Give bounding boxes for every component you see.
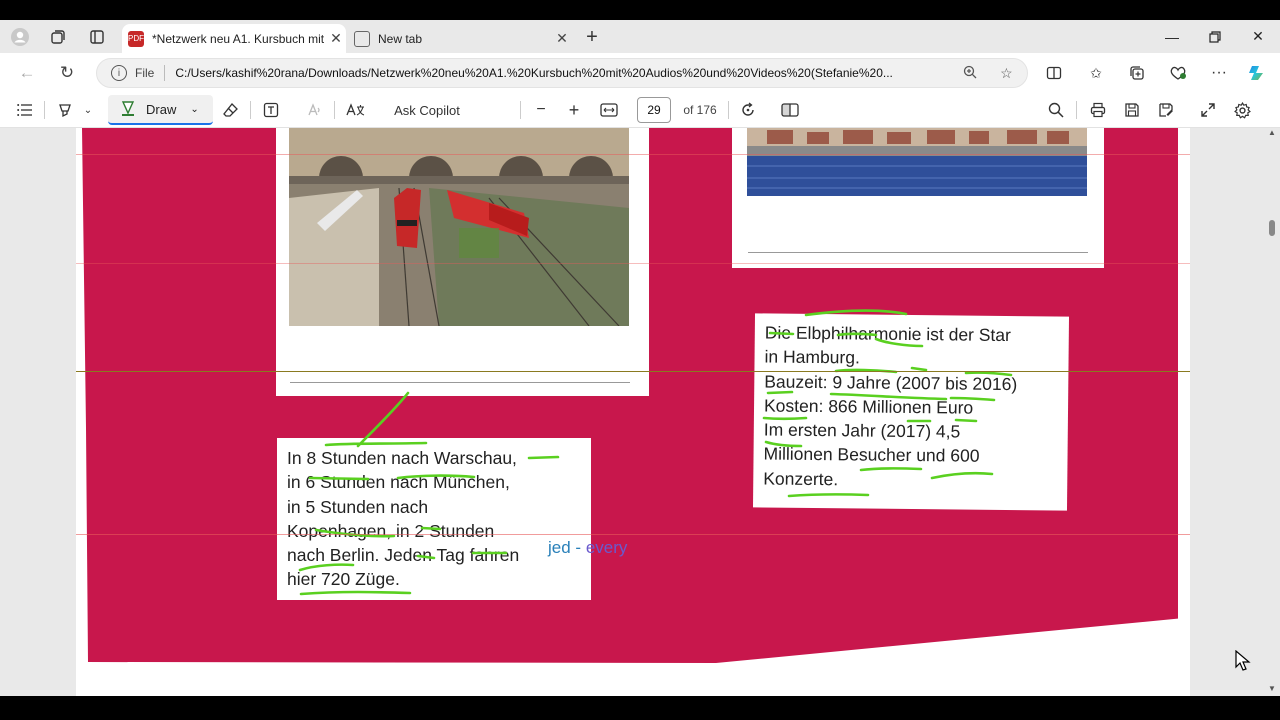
pdf-toolbar: ⌄ Draw ⌄ Ask Copilot − + 29 of 176 xyxy=(0,91,1280,128)
scroll-up-arrow[interactable]: ▲ xyxy=(1268,128,1276,137)
save-icon[interactable] xyxy=(1121,99,1143,121)
read-aloud-icon xyxy=(304,99,326,121)
url-text[interactable]: C:/Users/kashif%20rana/Downloads/Netzwer… xyxy=(175,66,945,80)
ask-copilot-button[interactable]: Ask Copilot xyxy=(392,99,462,121)
info-icon[interactable]: i xyxy=(111,65,127,81)
tab-pdf[interactable]: PDF *Netzwerk neu A1. Kursbuch mit A ✕ xyxy=(122,24,346,53)
new-tab-page-icon xyxy=(354,30,370,47)
rotate-icon[interactable] xyxy=(737,99,759,121)
scroll-down-arrow[interactable]: ▼ xyxy=(1268,684,1276,693)
tab-bar: PDF *Netzwerk neu A1. Kursbuch mit A ✕ N… xyxy=(0,20,1280,53)
divider xyxy=(728,101,729,119)
tab-new-tab[interactable]: New tab ✕ xyxy=(348,24,572,53)
pdf-viewport[interactable]: In 8 Stunden nach Warschau, in 6 Stunden… xyxy=(0,128,1280,696)
restore-button[interactable] xyxy=(1193,20,1237,53)
close-window-button[interactable]: ✕ xyxy=(1236,20,1280,53)
translate-icon[interactable] xyxy=(344,99,366,121)
tab-label: *Netzwerk neu A1. Kursbuch mit A xyxy=(152,31,326,46)
page-view-icon[interactable] xyxy=(779,99,801,121)
divider xyxy=(250,101,251,119)
new-tab-button[interactable]: + xyxy=(580,25,604,49)
guide-line xyxy=(76,534,1190,535)
page-total: of 176 xyxy=(683,103,717,117)
split-screen-icon[interactable] xyxy=(1042,62,1066,84)
favorites-icon[interactable]: ✩ xyxy=(1084,62,1108,84)
file-label: File xyxy=(135,66,155,80)
zoom-out-button[interactable]: − xyxy=(530,99,552,121)
page-number-input[interactable]: 29 xyxy=(637,97,671,123)
workspaces-icon[interactable] xyxy=(46,25,70,49)
close-icon[interactable]: ✕ xyxy=(326,30,346,47)
expand-icon[interactable] xyxy=(1197,99,1219,121)
settings-gear-icon[interactable] xyxy=(1231,99,1253,121)
divider xyxy=(1076,101,1077,119)
search-icon[interactable] xyxy=(1045,99,1067,121)
pdf-icon: PDF xyxy=(128,30,144,47)
scrollbar[interactable]: ▲ ▼ xyxy=(1266,128,1278,696)
favorite-star-icon[interactable]: ☆ xyxy=(995,65,1017,82)
close-icon[interactable]: ✕ xyxy=(552,30,572,47)
more-options-icon[interactable]: ··· xyxy=(1207,62,1231,84)
zoom-icon[interactable] xyxy=(959,65,981,82)
contents-icon[interactable] xyxy=(14,99,36,121)
divider xyxy=(44,101,45,119)
pen-annotations xyxy=(298,309,1013,596)
save-as-icon[interactable] xyxy=(1155,99,1177,121)
back-button[interactable]: ← xyxy=(14,60,40,86)
guide-line xyxy=(76,154,1190,155)
divider xyxy=(334,101,335,119)
mouse-cursor-icon xyxy=(1235,650,1251,671)
draw-button[interactable]: Draw ⌄ xyxy=(108,95,213,125)
guide-line xyxy=(76,371,1190,372)
chevron-down-icon[interactable]: ⌄ xyxy=(80,99,96,121)
refresh-button[interactable]: ↻ xyxy=(54,60,80,86)
divider xyxy=(164,65,166,81)
draw-label: Draw xyxy=(146,101,177,117)
chevron-down-icon[interactable]: ⌄ xyxy=(190,104,198,115)
guide-line xyxy=(76,263,1190,264)
browser-essentials-icon[interactable] xyxy=(1166,62,1190,84)
scroll-thumb[interactable] xyxy=(1269,220,1275,236)
eraser-icon[interactable] xyxy=(220,99,242,121)
fit-to-width-icon[interactable] xyxy=(598,99,620,121)
address-bar: ← ↻ i File C:/Users/kashif%20rana/Downlo… xyxy=(0,53,1280,91)
zoom-in-button[interactable]: + xyxy=(563,99,585,121)
profile-icon[interactable] xyxy=(8,25,32,49)
add-text-icon[interactable] xyxy=(260,99,282,121)
vertical-tabs-icon[interactable] xyxy=(85,25,109,49)
pdf-page: In 8 Stunden nach Warschau, in 6 Stunden… xyxy=(76,128,1190,696)
browser-window: PDF *Netzwerk neu A1. Kursbuch mit A ✕ N… xyxy=(0,20,1280,696)
copilot-icon[interactable] xyxy=(1246,62,1270,84)
minimize-button[interactable]: — xyxy=(1150,20,1194,53)
collections-icon[interactable] xyxy=(1125,62,1149,84)
highlight-icon[interactable] xyxy=(54,99,76,121)
print-icon[interactable] xyxy=(1087,99,1109,121)
divider xyxy=(520,101,521,119)
url-field[interactable]: i File C:/Users/kashif%20rana/Downloads/… xyxy=(96,58,1028,88)
tab-label: New tab xyxy=(378,31,423,46)
draw-pen-icon xyxy=(120,100,136,119)
